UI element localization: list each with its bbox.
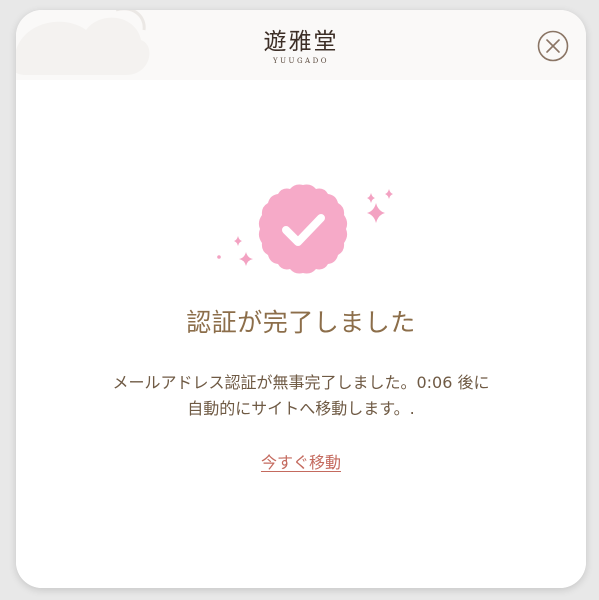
logo-subtitle: YUUGADO	[273, 57, 329, 65]
verified-badge-icon	[217, 184, 393, 274]
page-title: 認証が完了しました	[186, 308, 416, 337]
move-now-container: 今すぐ移動	[16, 452, 586, 474]
verification-modal: 遊雅堂 YUUGADO 認証が完了しました メールアドレス認証が無事完了しました…	[16, 10, 586, 588]
close-button[interactable]	[537, 30, 569, 62]
redirect-message: メールアドレス認証が無事完了しました。0:06 後に 自動的にサイトへ移動します…	[16, 370, 586, 422]
close-icon	[537, 30, 569, 62]
logo-title: 遊雅堂	[263, 29, 339, 55]
logo[interactable]: 遊雅堂 YUUGADO	[16, 28, 586, 65]
modal-body: 認証が完了しました メールアドレス認証が無事完了しました。0:06 後に 自動的…	[16, 80, 586, 588]
move-now-link[interactable]: 今すぐ移動	[261, 453, 341, 472]
message-line-2: 自動的にサイトへ移動します。.	[187, 399, 415, 418]
modal-header: 遊雅堂 YUUGADO	[16, 10, 586, 80]
message-line-1: メールアドレス認証が無事完了しました。0:06 後に	[112, 373, 490, 392]
